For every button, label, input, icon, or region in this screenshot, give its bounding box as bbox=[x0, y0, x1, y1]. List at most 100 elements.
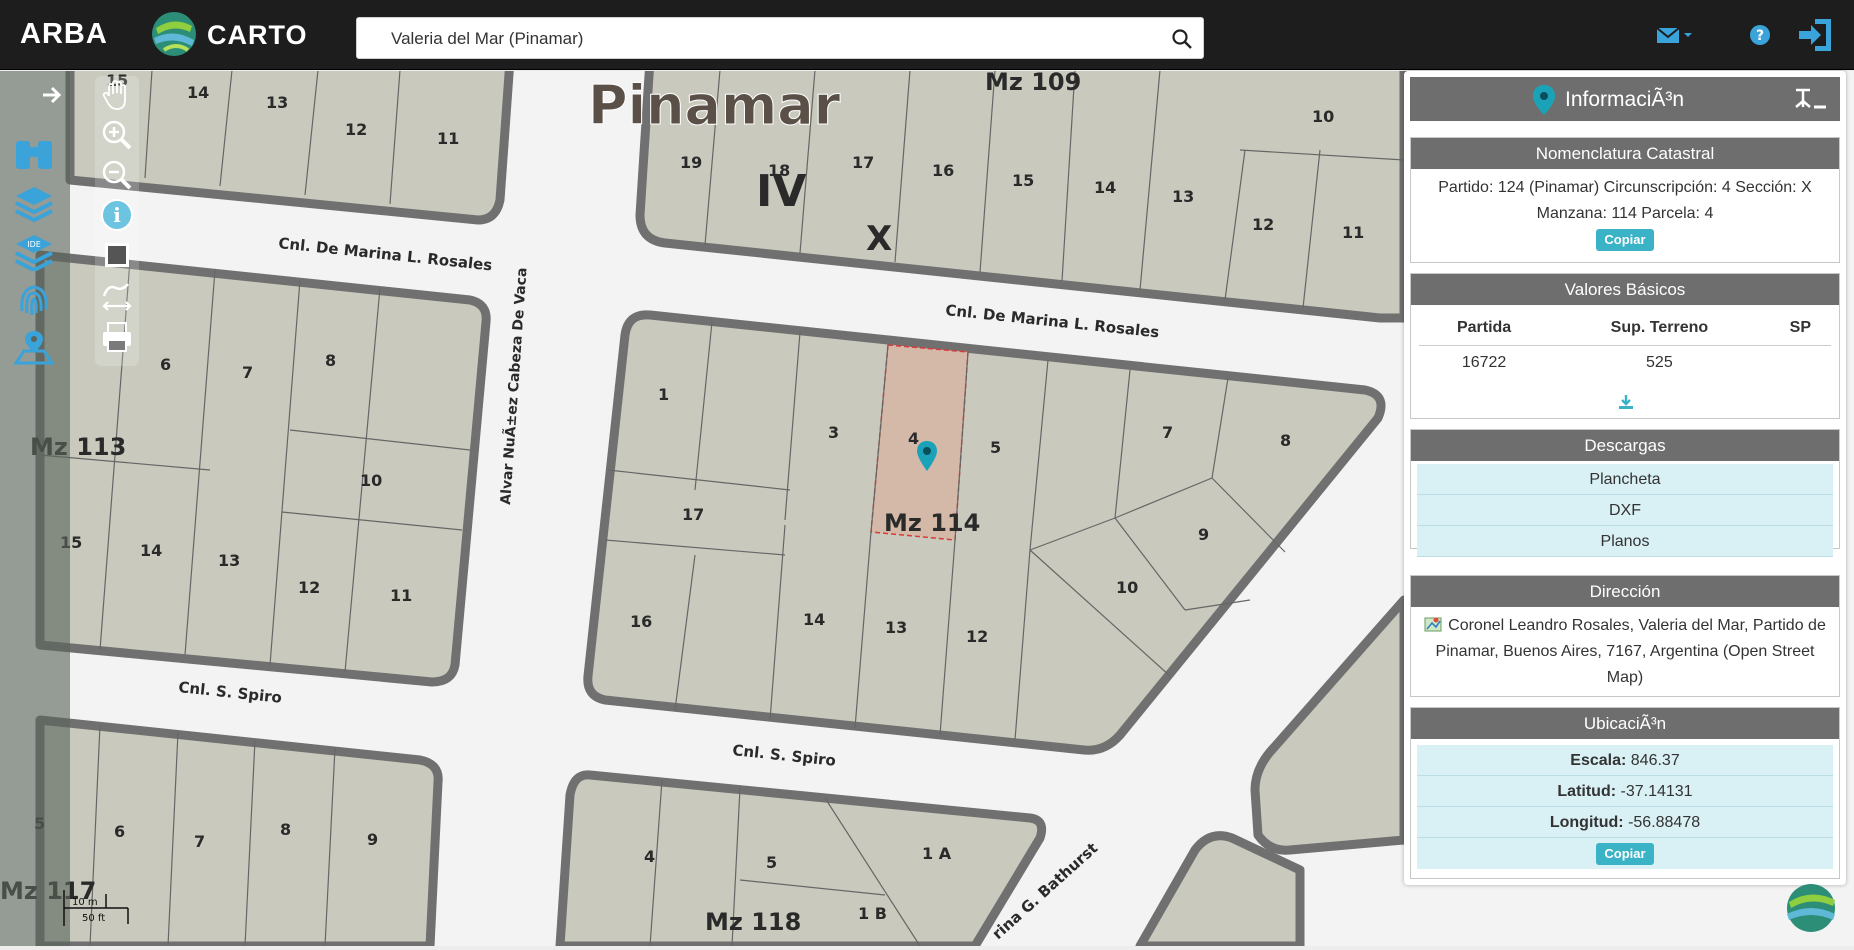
measure-icon[interactable] bbox=[98, 276, 136, 314]
parcel-number: 13 bbox=[1172, 187, 1194, 206]
parcel-number: 17 bbox=[682, 505, 704, 524]
escala-row: Escala: 846.37 bbox=[1417, 745, 1833, 776]
parcel-number: 7 bbox=[242, 363, 253, 382]
parcel-number: 8 bbox=[325, 351, 336, 370]
parcel-number: 14 bbox=[187, 83, 209, 102]
svg-text:?: ? bbox=[1756, 28, 1764, 44]
info-icon[interactable]: i bbox=[98, 196, 136, 234]
descargas-section: Descargas Plancheta DXF Planos bbox=[1410, 429, 1840, 557]
info-panel: InformaciÃ³n Nomenclatura Catastral Part… bbox=[1404, 71, 1846, 885]
logout-icon[interactable] bbox=[1795, 16, 1835, 54]
sec-label: X bbox=[866, 219, 892, 259]
zoom-in-icon[interactable] bbox=[98, 116, 136, 154]
table-row: 16722 525 bbox=[1419, 346, 1831, 381]
parcel-number: 13 bbox=[266, 93, 288, 112]
carto-globe-icon bbox=[1787, 884, 1835, 932]
carto-globe-icon bbox=[152, 12, 196, 56]
parcel-number: 1 B bbox=[858, 904, 887, 923]
block-label: Mz 114 bbox=[884, 509, 980, 537]
table-cell bbox=[1770, 346, 1831, 381]
search-bar[interactable] bbox=[356, 17, 1204, 59]
parcel-number: 10 bbox=[360, 471, 382, 490]
download-plancheta-link[interactable]: Plancheta bbox=[1417, 464, 1833, 495]
svg-text:IDE: IDE bbox=[27, 240, 41, 249]
longitud-value: -56.88478 bbox=[1628, 814, 1701, 831]
direccion-text: Coronel Leandro Rosales, Valeria del Mar… bbox=[1435, 617, 1826, 686]
parcel-number: 6 bbox=[160, 355, 171, 374]
arrow-right-icon[interactable] bbox=[40, 83, 64, 107]
copy-button[interactable]: Copiar bbox=[1596, 229, 1654, 251]
latitud-label: Latitud: bbox=[1557, 783, 1617, 800]
valores-heading: Valores Básicos bbox=[1411, 274, 1839, 305]
parcel-number: 15 bbox=[1012, 171, 1034, 190]
parcel-number: 9 bbox=[1198, 525, 1209, 544]
scale-bar: 10 m 50 ft bbox=[62, 888, 142, 928]
block-label: Mz 118 bbox=[705, 908, 801, 936]
parcel-number: 14 bbox=[803, 610, 825, 629]
mail-icon[interactable] bbox=[1655, 25, 1695, 45]
parcel-number: 3 bbox=[828, 423, 839, 442]
search-icon[interactable] bbox=[1171, 28, 1193, 50]
parcel-number: 1 A bbox=[922, 844, 952, 863]
parcel-number: 4 bbox=[908, 429, 919, 448]
map-icon bbox=[1424, 617, 1442, 632]
layers-icon[interactable] bbox=[12, 183, 56, 223]
valores-table: Partida Sup. Terreno SP 16722 525 bbox=[1419, 311, 1831, 380]
direccion-body: Coronel Leandro Rosales, Valeria del Mar… bbox=[1411, 607, 1839, 697]
top-bar: ARBA CARTO ? bbox=[0, 0, 1854, 70]
ide-layers-icon[interactable]: IDE bbox=[12, 231, 56, 271]
parcel-number: 9 bbox=[367, 830, 378, 849]
parcel-number: 12 bbox=[345, 120, 367, 139]
parcel-number: 14 bbox=[1094, 178, 1116, 197]
parcel-number: 13 bbox=[885, 618, 907, 637]
carto-label: CARTO bbox=[207, 20, 308, 50]
left-toolbar: IDE bbox=[0, 71, 70, 946]
hand-icon[interactable] bbox=[98, 76, 136, 114]
parcel-number: 4 bbox=[644, 847, 655, 866]
column-header: SP bbox=[1769, 311, 1831, 346]
copy-button[interactable]: Copiar bbox=[1596, 843, 1654, 865]
fingerprint-icon[interactable] bbox=[12, 279, 56, 319]
download-icon[interactable] bbox=[1618, 394, 1634, 410]
download-planos-link[interactable]: Planos bbox=[1417, 526, 1833, 557]
parcel-number: 7 bbox=[1162, 423, 1173, 442]
parcel-number: 17 bbox=[852, 153, 874, 172]
parcel-number: 19 bbox=[680, 153, 702, 172]
longitud-row: Longitud: -56.88478 bbox=[1417, 807, 1833, 838]
parcel-number: 13 bbox=[218, 551, 240, 570]
nomenclatura-section: Nomenclatura Catastral Partido: 124 (Pin… bbox=[1410, 137, 1840, 263]
extent-icon[interactable] bbox=[98, 236, 136, 274]
block-label: Mz 109 bbox=[985, 71, 1081, 96]
longitud-label: Longitud: bbox=[1549, 814, 1624, 831]
map-location-icon[interactable] bbox=[12, 327, 56, 367]
escala-label: Escala: bbox=[1570, 752, 1627, 769]
ubicacion-section: UbicaciÃ³n Escala: 846.37 Latitud: -37.1… bbox=[1410, 707, 1840, 879]
parcel-number: 16 bbox=[932, 161, 954, 180]
location-pin-icon bbox=[1533, 85, 1555, 115]
parcel-number: 12 bbox=[966, 627, 988, 646]
collapse-icon[interactable] bbox=[1792, 87, 1828, 113]
arba-logo[interactable]: ARBA bbox=[20, 18, 108, 51]
panel-header: InformaciÃ³n bbox=[1410, 77, 1840, 121]
parcel-number: 8 bbox=[1280, 431, 1291, 450]
parcel-number: 10 bbox=[1312, 107, 1334, 126]
escala-value: 846.37 bbox=[1630, 752, 1680, 769]
direccion-section: Dirección Coronel Leandro Rosales, Valer… bbox=[1410, 575, 1840, 697]
print-icon[interactable] bbox=[98, 318, 136, 356]
ubicacion-heading: UbicaciÃ³n bbox=[1411, 708, 1839, 739]
parcel-number: 5 bbox=[766, 853, 777, 872]
binoculars-icon[interactable] bbox=[12, 133, 56, 173]
copy-row: Copiar bbox=[1417, 838, 1833, 869]
svg-text:i: i bbox=[113, 203, 121, 227]
help-icon[interactable]: ? bbox=[1749, 24, 1771, 46]
nomenclatura-heading: Nomenclatura Catastral bbox=[1411, 138, 1839, 169]
column-header: Sup. Terreno bbox=[1549, 311, 1770, 346]
search-input[interactable] bbox=[391, 27, 1151, 51]
column-header: Partida bbox=[1419, 311, 1550, 346]
zoom-out-icon[interactable] bbox=[98, 156, 136, 194]
parcel-number: 1 bbox=[658, 385, 669, 404]
nomenclatura-value: Partido: 124 (Pinamar) Circunscripción: … bbox=[1438, 179, 1812, 222]
download-dxf-link[interactable]: DXF bbox=[1417, 495, 1833, 526]
parcel-number: 11 bbox=[390, 586, 412, 605]
parcel-number: 6 bbox=[114, 822, 125, 841]
